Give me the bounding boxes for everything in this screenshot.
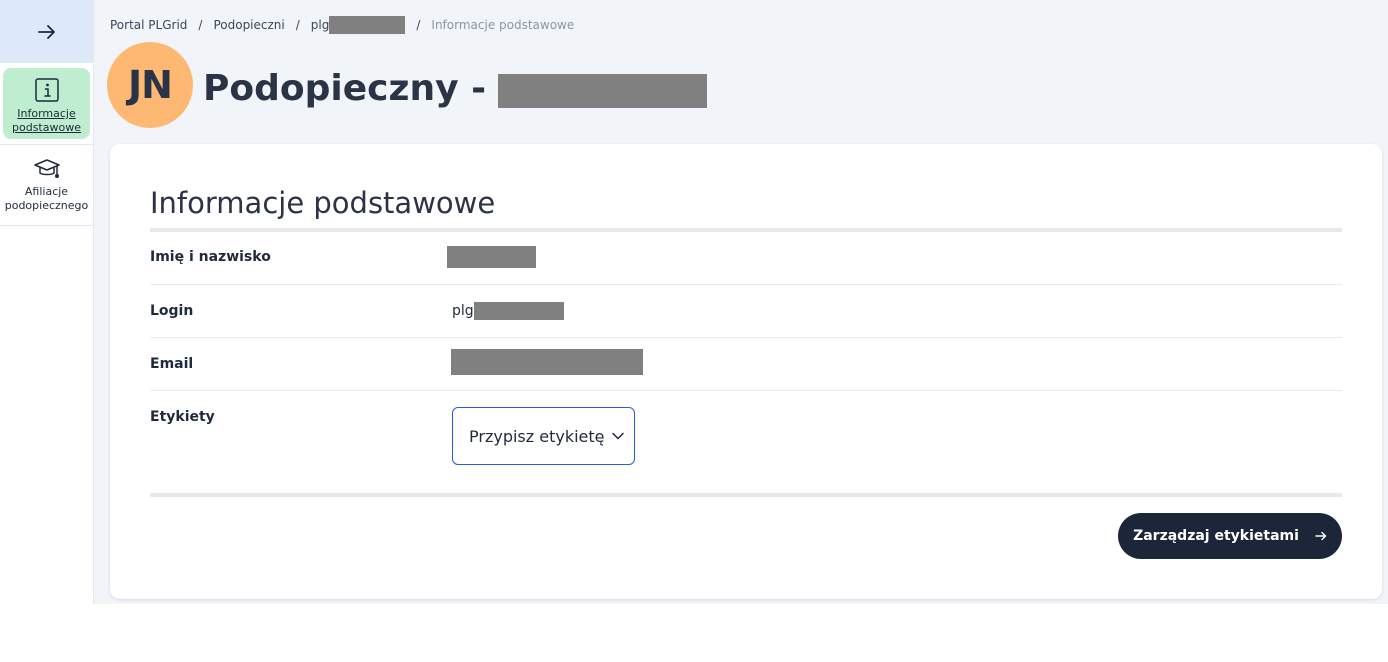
row-label: Etykiety: [150, 409, 215, 425]
tag-select[interactable]: Przypisz etykietę: [452, 407, 635, 465]
tag-select-label: Przypisz etykietę: [469, 426, 605, 446]
manage-tags-button-label: Zarządzaj etykietami: [1133, 528, 1299, 544]
breadcrumb-separator: /: [416, 18, 421, 32]
sidebar: Informacje podstawowe Afiliacje podopieczn…: [0, 0, 94, 604]
arrow-right-icon: [1315, 531, 1327, 541]
chevron-down-icon: [611, 432, 624, 440]
redacted-block: [451, 349, 643, 375]
row-label: Imię i nazwisko: [150, 249, 271, 265]
graduation-cap-icon: [33, 159, 60, 178]
row-label: Email: [150, 356, 194, 372]
breadcrumb-current: Informacje podstawowe: [431, 18, 575, 32]
info-row-name: Imię i nazwisko: [150, 232, 1342, 285]
sidebar-item-label: Informacje podstawowe: [12, 107, 81, 134]
divider: [150, 493, 1342, 497]
sidebar-toggle-button[interactable]: [0, 0, 93, 63]
manage-tags-button[interactable]: Zarządzaj etykietami: [1118, 513, 1342, 559]
breadcrumb: Portal PLGrid / Podopieczni / plg / Info…: [110, 16, 575, 34]
breadcrumb-login-prefix: plg: [310, 18, 330, 32]
breadcrumb-user-login[interactable]: plg: [311, 16, 406, 34]
breadcrumb-podopieczni[interactable]: Podopieczni: [213, 18, 284, 32]
redacted-block: [329, 16, 406, 34]
sidebar-item-label: Afiliacje podopiecznego: [4, 185, 89, 212]
row-value: [451, 349, 643, 375]
row-label: Login: [150, 303, 194, 319]
breadcrumb-separator: /: [198, 18, 203, 32]
basic-info-card: Informacje podstawowe Imię i nazwisko Lo…: [110, 144, 1382, 599]
row-value: plg: [452, 302, 564, 320]
card-title: Informacje podstawowe: [150, 186, 496, 220]
page-title-prefix: Podopieczny -: [203, 68, 487, 109]
sidebar-item-afiliacje-podopiecznego[interactable]: Afiliacje podopiecznego: [0, 145, 93, 226]
page-title: Podopieczny -: [203, 66, 708, 112]
main-content: Portal PLGrid / Podopieczni / plg / Info…: [94, 0, 1388, 604]
info-icon: [34, 78, 59, 102]
breadcrumb-portal-plgrid[interactable]: Portal PLGrid: [110, 18, 187, 32]
info-row-tags: Etykiety Przypisz etykietę: [150, 391, 1342, 493]
redacted-block: [498, 74, 708, 108]
sidebar-item-active-pill: Informacje podstawowe: [3, 68, 90, 139]
app-root: Informacje podstawowe Afiliacje podopieczn…: [0, 0, 1388, 604]
info-row-email: Email: [150, 338, 1342, 391]
sidebar-item-informacje-podstawowe[interactable]: Informacje podstawowe: [0, 63, 93, 145]
redacted-block: [447, 246, 536, 268]
breadcrumb-separator: /: [295, 18, 300, 32]
avatar: JN: [107, 42, 193, 128]
arrow-right-icon: [37, 24, 55, 39]
login-prefix: plg: [452, 303, 474, 319]
redacted-block: [473, 302, 564, 320]
info-row-login: Login plg: [150, 285, 1342, 338]
row-value: [447, 246, 536, 268]
